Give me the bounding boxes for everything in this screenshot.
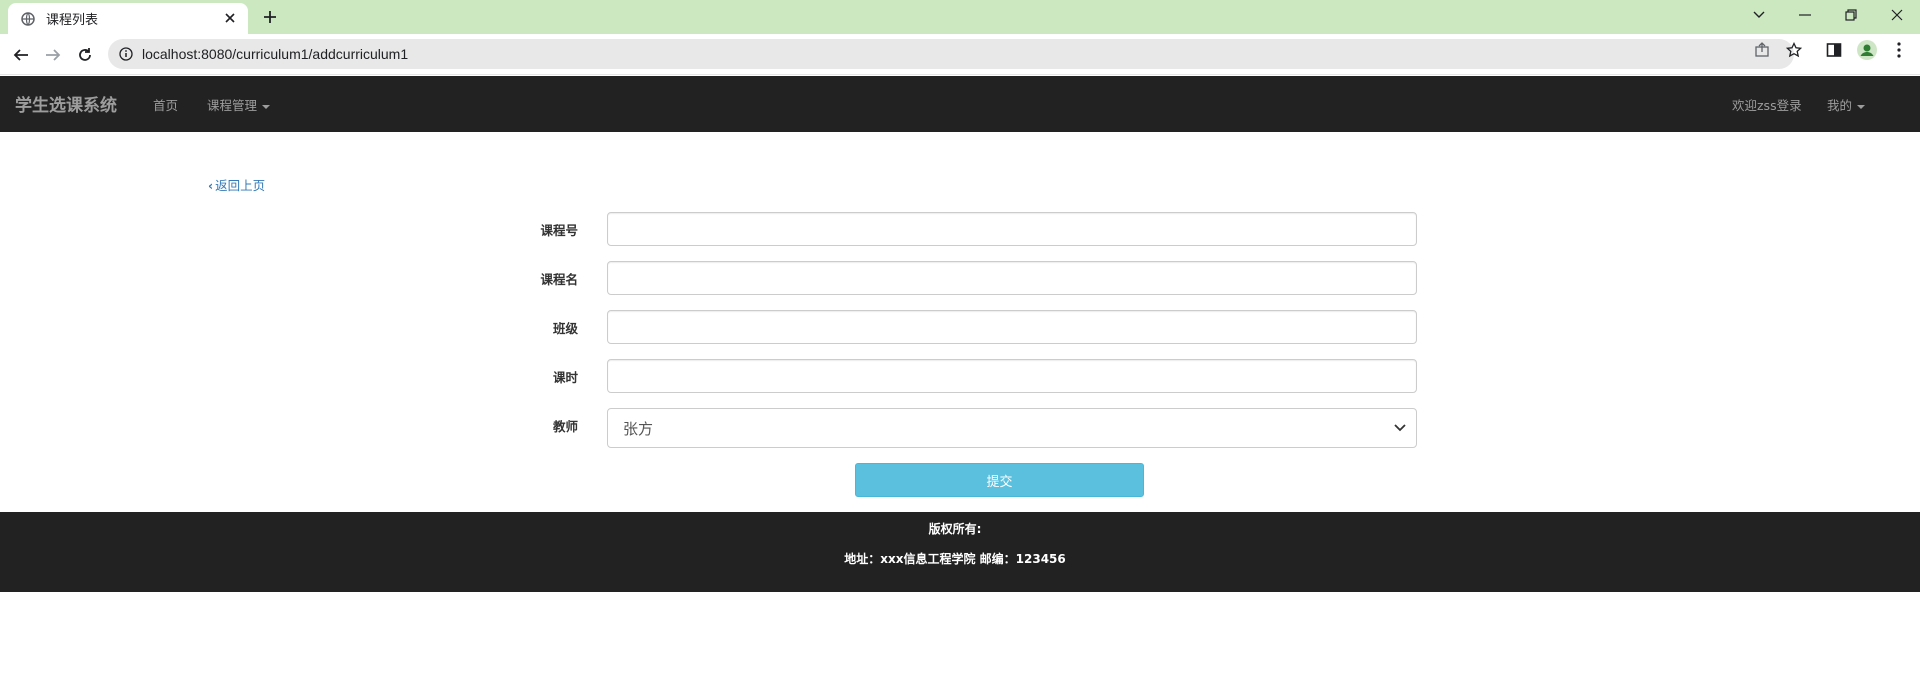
nav-welcome-text: 欢迎zss登录	[1732, 98, 1802, 113]
address-bar[interactable]: localhost:8080/curriculum1/addcurriculum…	[108, 39, 1794, 69]
nav-course-mgmt-label: 课程管理	[207, 98, 258, 113]
brand-title[interactable]: 学生选课系统	[15, 91, 117, 116]
bookmark-star-icon[interactable]	[1785, 41, 1803, 59]
page-footer: 版权所有: 地址：xxx信息工程学院 邮编：123456	[0, 512, 1920, 592]
teacher-select[interactable]: 张方	[607, 408, 1417, 448]
site-info-icon[interactable]	[118, 46, 134, 62]
nav-mine-label: 我的	[1827, 98, 1853, 113]
browser-tabstrip: 课程列表	[0, 0, 1920, 34]
menu-dots-icon[interactable]	[1890, 41, 1908, 59]
globe-icon	[20, 11, 36, 27]
teacher-label: 教师	[552, 419, 578, 434]
side-panel-icon[interactable]	[1825, 41, 1843, 59]
class-input[interactable]	[607, 310, 1417, 344]
back-link-label: 返回上页	[215, 178, 266, 193]
hours-label: 课时	[552, 370, 578, 385]
restore-button[interactable]	[1828, 0, 1874, 30]
tab-title: 课程列表	[46, 13, 99, 28]
close-window-button[interactable]	[1874, 0, 1920, 30]
app-navbar: 学生选课系统 首页 课程管理 欢迎zss登录 我的	[0, 76, 1920, 132]
hours-input[interactable]	[607, 359, 1417, 393]
share-icon[interactable]	[1753, 41, 1771, 59]
course-no-label: 课程号	[540, 223, 578, 238]
profile-avatar-icon[interactable]	[1856, 39, 1878, 61]
back-arrow-icon[interactable]	[8, 42, 34, 68]
submit-button[interactable]: 提交	[855, 463, 1144, 497]
nav-course-mgmt-dropdown[interactable]: 课程管理	[207, 95, 271, 114]
nav-mine-dropdown[interactable]: 我的	[1827, 95, 1866, 114]
browser-tab[interactable]: 课程列表	[8, 3, 248, 34]
course-no-input[interactable]	[607, 212, 1417, 246]
browser-toolbar: localhost:8080/curriculum1/addcurriculum…	[0, 34, 1920, 75]
reload-icon[interactable]	[72, 42, 98, 68]
minimize-button[interactable]	[1782, 0, 1828, 30]
nav-home-link[interactable]: 首页	[153, 95, 178, 114]
course-name-label: 课程名	[540, 272, 578, 287]
chevron-left-icon: ‹	[208, 178, 214, 193]
footer-copyright: 版权所有:	[928, 522, 982, 536]
footer-address: 地址：xxx信息工程学院 邮编：123456	[844, 552, 1066, 566]
caret-down-icon	[262, 104, 271, 109]
chevron-down-icon	[1394, 422, 1406, 434]
class-label: 班级	[552, 321, 578, 336]
url-text: localhost:8080/curriculum1/addcurriculum…	[142, 46, 409, 62]
back-link[interactable]: ‹ 返回上页	[208, 175, 265, 194]
caret-down-icon	[1857, 104, 1866, 109]
teacher-select-value: 张方	[623, 419, 654, 438]
tab-search-icon[interactable]	[1736, 0, 1782, 30]
new-tab-button[interactable]	[260, 7, 280, 27]
forward-arrow-icon[interactable]	[40, 42, 66, 68]
course-name-input[interactable]	[607, 261, 1417, 295]
close-icon[interactable]	[222, 10, 238, 26]
